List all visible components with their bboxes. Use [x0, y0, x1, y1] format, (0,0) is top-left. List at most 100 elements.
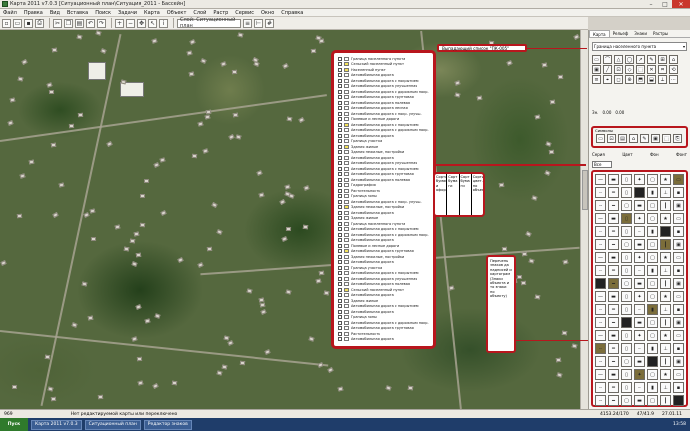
- layer-row[interactable]: Растительность: [338, 188, 431, 193]
- map-sign-icon[interactable]: ★: [660, 213, 671, 224]
- sign-filter-select[interactable]: Все: [592, 161, 612, 168]
- layer-checkbox[interactable]: [338, 62, 342, 66]
- layer-checkbox[interactable]: [338, 111, 342, 116]
- map-sign-icon[interactable]: ┃: [660, 395, 671, 406]
- layer-checkbox[interactable]: [338, 232, 342, 237]
- layer-row[interactable]: Населенный пункт: [338, 67, 431, 72]
- map-sign-icon[interactable]: ▮: [647, 382, 658, 393]
- layer-checkbox[interactable]: [338, 282, 342, 286]
- layer-row[interactable]: Автомобильная дорога полевая: [338, 282, 431, 287]
- layer-row[interactable]: Автомобильная дорога грунтовая: [338, 326, 431, 331]
- map-sign-icon[interactable]: ▬: [634, 239, 645, 250]
- map-sign-icon[interactable]: ▢: [647, 252, 658, 263]
- layer-checkbox[interactable]: [338, 139, 342, 143]
- layer-row[interactable]: Автомобильная дорога с дорожным покр.: [338, 232, 431, 237]
- layer-row[interactable]: Граница зоны: [338, 194, 431, 199]
- save-icon[interactable]: ▪: [24, 18, 33, 28]
- map-sign-icon[interactable]: ▬: [608, 291, 619, 302]
- layer-row[interactable]: Граница зоны: [338, 315, 431, 320]
- drawing-tool-icon[interactable]: ↗: [636, 55, 645, 64]
- map-sign-icon[interactable]: ▭: [673, 291, 684, 302]
- map-sign-icon[interactable]: —: [595, 369, 606, 380]
- map-sign-icon[interactable]: ┈: [634, 187, 645, 198]
- layer-checkbox[interactable]: [338, 227, 342, 231]
- layer-checkbox[interactable]: [338, 298, 342, 303]
- map-sign-icon[interactable]: ▢: [647, 330, 658, 341]
- map-sign-icon[interactable]: ▯: [621, 174, 632, 185]
- map-sign-icon[interactable]: —: [595, 174, 606, 185]
- layer-row[interactable]: Автомобильная дорога с покрытием: [338, 227, 431, 232]
- panel-option-label[interactable]: Фон: [650, 152, 659, 157]
- layer-row[interactable]: Граница населенного пункта: [338, 221, 431, 226]
- map-sign-icon[interactable]: ▮: [647, 226, 658, 237]
- map-sign-icon[interactable]: □: [647, 317, 658, 328]
- layer-checkbox[interactable]: [338, 100, 342, 105]
- map-sign-icon[interactable]: ▢: [621, 278, 632, 289]
- layer-row[interactable]: Автомобильная дорога: [338, 155, 431, 160]
- map-sign-icon[interactable]: ▮: [647, 304, 658, 315]
- map-sign-icon[interactable]: ▯: [621, 291, 632, 302]
- layers-icon[interactable]: ≡: [243, 18, 252, 28]
- map-sign-icon[interactable]: ═: [608, 187, 619, 198]
- symbol-tool-icon[interactable]: ✎: [640, 134, 649, 143]
- menu-item[interactable]: Поиск: [95, 10, 111, 16]
- layer-row[interactable]: Полевые и лесные дороги: [338, 117, 431, 122]
- undo-icon[interactable]: ↶: [86, 18, 95, 28]
- layer-row[interactable]: Автомобильная дорога полевая: [338, 177, 431, 182]
- map-sign-icon[interactable]: ╌: [595, 239, 606, 250]
- map-sign-icon[interactable]: —: [595, 330, 606, 341]
- map-sign-icon[interactable]: ╌: [595, 356, 606, 367]
- zoom-in-icon[interactable]: +: [115, 18, 124, 28]
- start-button[interactable]: Пуск: [0, 418, 28, 431]
- panel-option-label[interactable]: Серия: [592, 152, 605, 157]
- layer-row[interactable]: Граница участка: [338, 265, 431, 270]
- map-sign-icon[interactable]: ✦: [634, 252, 645, 263]
- map-sign-icon[interactable]: ⊥: [660, 187, 671, 198]
- layer-row[interactable]: Здания нежилые, постройки: [338, 254, 431, 259]
- layer-row[interactable]: Гидрография: [338, 183, 431, 188]
- map-sign-icon[interactable]: ★: [660, 369, 671, 380]
- layer-select[interactable]: Слой: Ситуационный план: [177, 17, 241, 29]
- map-sign-icon[interactable]: ▢: [621, 356, 632, 367]
- map-sign-icon[interactable]: ▢: [621, 395, 632, 406]
- map-sign-icon[interactable]: ▣: [673, 395, 684, 406]
- map-sign-icon[interactable]: ╌: [595, 278, 606, 289]
- layer-row[interactable]: Автомобильная дорога: [338, 210, 431, 215]
- layer-row[interactable]: Автомобильная дорога улучшенная: [338, 276, 431, 281]
- layer-checkbox[interactable]: [338, 309, 342, 314]
- map-sign-icon[interactable]: ▢: [647, 369, 658, 380]
- map-sign-icon[interactable]: ▬: [608, 330, 619, 341]
- drawing-tool-icon[interactable]: ✎: [647, 55, 656, 64]
- layer-checkbox[interactable]: [338, 243, 342, 248]
- layer-checkbox[interactable]: [338, 293, 342, 297]
- map-sign-icon[interactable]: ▬: [634, 395, 645, 406]
- map-sign-icon[interactable]: □: [647, 278, 658, 289]
- layer-list-dropdown[interactable]: Граница населенного пункта Сельский насел…: [331, 50, 436, 349]
- map-sign-icon[interactable]: —: [595, 291, 606, 302]
- layer-checkbox[interactable]: [338, 78, 342, 83]
- layer-checkbox[interactable]: [338, 166, 342, 171]
- layer-checkbox[interactable]: [338, 150, 342, 154]
- map-sign-icon[interactable]: ▯: [621, 343, 632, 354]
- layer-row[interactable]: Полевые и лесные дороги: [338, 243, 431, 248]
- drawing-tool-icon[interactable]: ▣: [592, 65, 601, 74]
- panel-option-label[interactable]: Фонт: [676, 152, 687, 157]
- map-sign-icon[interactable]: ▯: [621, 265, 632, 276]
- map-sign-icon[interactable]: ▬: [608, 174, 619, 185]
- map-sign-icon[interactable]: ▣: [673, 278, 684, 289]
- menu-item[interactable]: Карта: [144, 10, 160, 16]
- redo-icon[interactable]: ↷: [97, 18, 106, 28]
- map-sign-icon[interactable]: ⊥: [660, 343, 671, 354]
- map-sign-icon[interactable]: ┃: [660, 239, 671, 250]
- map-sign-icon[interactable]: ╌: [595, 200, 606, 211]
- layer-row[interactable]: Здания нежилые, постройки: [338, 150, 431, 155]
- map-sign-icon[interactable]: ═: [608, 265, 619, 276]
- open-folder-icon[interactable]: ▭: [13, 18, 22, 28]
- copy-icon[interactable]: ❐: [64, 18, 73, 28]
- layer-row[interactable]: Автомобильная дорога: [338, 309, 431, 314]
- layer-checkbox[interactable]: [338, 205, 342, 209]
- map-sign-icon[interactable]: ⊥: [660, 265, 671, 276]
- layer-checkbox[interactable]: [338, 271, 342, 275]
- map-sign-icon[interactable]: ▭: [673, 174, 684, 185]
- layer-row[interactable]: Сельский населенный пункт: [338, 62, 431, 67]
